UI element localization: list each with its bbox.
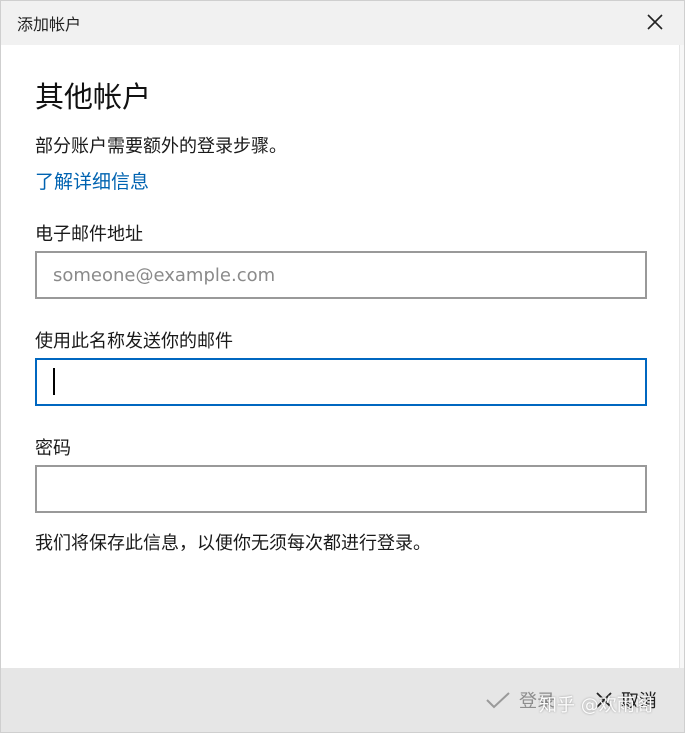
close-button[interactable] [638,7,672,37]
close-icon [647,14,663,30]
save-info-note: 我们将保存此信息，以便你无须每次都进行登录。 [35,533,431,554]
text-caret [53,368,55,395]
password-label: 密码 [35,438,71,459]
page-title: 其他帐户 [35,80,152,114]
password-field[interactable] [35,465,647,513]
sender-name-field[interactable] [35,358,647,406]
checkmark-icon [485,690,511,710]
sender-name-label: 使用此名称发送你的邮件 [35,331,233,352]
watermark: 知乎 @欢雨阁 [539,695,653,716]
learn-more-link[interactable]: 了解详细信息 [35,167,149,194]
email-field[interactable] [35,251,647,299]
add-account-dialog: 添加帐户 其他帐户 部分账户需要额外的登录步骤。 了解详细信息 电子邮件地址 使… [0,0,685,733]
window-title: 添加帐户 [17,15,82,34]
window-edge [679,45,684,668]
title-bar: 添加帐户 [1,1,684,45]
description-text: 部分账户需要额外的登录步骤。 [35,136,287,157]
email-label: 电子邮件地址 [35,224,143,245]
